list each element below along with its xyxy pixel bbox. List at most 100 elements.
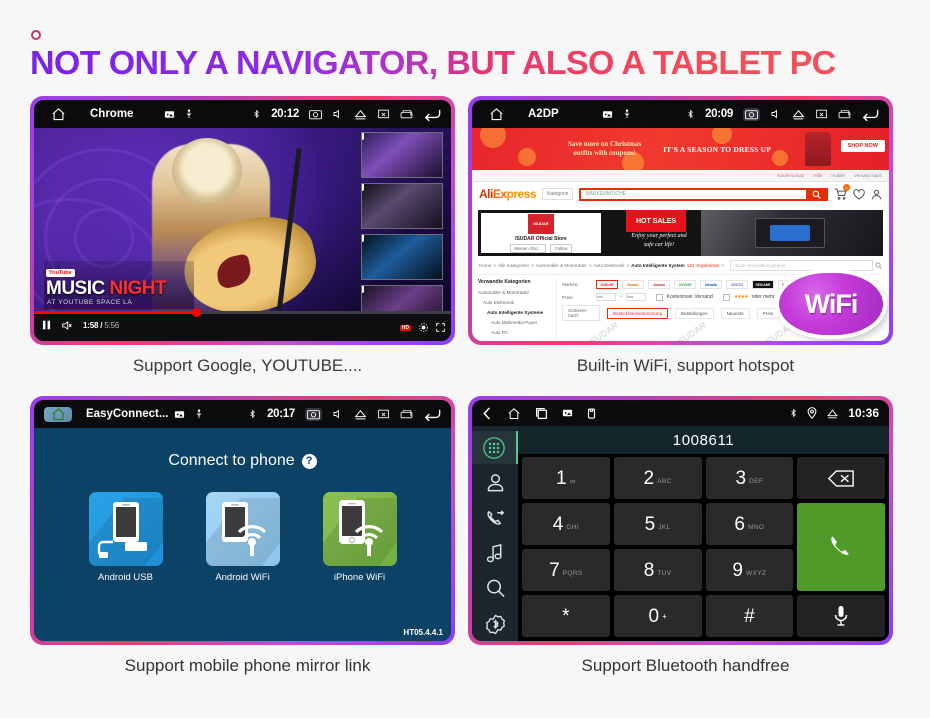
shop-now-button[interactable]: SHOP NOW <box>840 140 885 152</box>
key-hash[interactable]: # <box>705 595 794 637</box>
contacts-icon[interactable] <box>472 466 518 499</box>
screen-off-icon[interactable] <box>377 109 390 120</box>
breadcrumb-item-auto[interactable]: Automobile & Motorräder <box>536 263 587 268</box>
recents-icon[interactable] <box>535 407 548 420</box>
bluetooth-settings-icon[interactable] <box>472 608 518 641</box>
fullscreen-icon[interactable] <box>436 323 445 332</box>
nav-link-help[interactable]: Hilfe <box>813 173 822 178</box>
sidebar-item-automobile[interactable]: Automobile & Motorräder <box>478 289 550 297</box>
dialed-number[interactable]: 1008611 <box>518 426 889 454</box>
sort-option-price[interactable]: Preis <box>756 307 780 319</box>
home-icon[interactable] <box>507 407 521 420</box>
sidebar-item-auto-pc[interactable]: Auto PC <box>491 329 550 337</box>
tile-iphone-wifi[interactable]: iPhone WiFi <box>322 492 397 583</box>
sidebar-item-multimedia-player[interactable]: Auto Multimedia Payer <box>491 319 550 327</box>
promo-banner[interactable]: Save more on Christmas outfits with coup… <box>472 128 889 170</box>
store-banner[interactable]: ISUDAR ISUDAR Official Store Meinen Sho.… <box>478 210 883 256</box>
help-icon[interactable]: ? <box>301 453 317 469</box>
aliexpress-page[interactable]: Save more on Christmas outfits with coup… <box>472 128 889 341</box>
home-icon[interactable] <box>44 107 72 122</box>
brand-chip[interactable]: Junsun <box>648 280 670 289</box>
volume-icon[interactable] <box>770 108 782 120</box>
home-icon[interactable] <box>44 406 72 422</box>
home-icon[interactable] <box>482 107 510 122</box>
back-arrow-icon[interactable] <box>861 107 879 121</box>
key-7[interactable]: 7 PQRS <box>522 549 610 591</box>
tile-android-usb[interactable]: Android USB <box>88 492 163 583</box>
sidebar-item-electronics[interactable]: Auto Elektronik <box>483 299 550 307</box>
volume-icon[interactable] <box>332 408 344 420</box>
screen-off-icon[interactable] <box>377 409 390 420</box>
breadcrumb-item-home[interactable]: Home <box>479 263 491 268</box>
key-2[interactable]: 2 ABC <box>613 457 702 499</box>
brand-chip[interactable]: Dasaita <box>700 280 722 289</box>
back-arrow-icon[interactable] <box>423 107 441 121</box>
brand-chip[interactable]: ISUDAR <box>596 280 618 289</box>
price-max-input[interactable] <box>625 293 646 301</box>
sort-option-orders[interactable]: Bestellungen <box>675 307 714 319</box>
brand-chip[interactable]: JOYING <box>674 280 696 289</box>
category-button[interactable]: Kategorie <box>542 188 574 200</box>
backspace-icon[interactable] <box>797 457 885 499</box>
key-8[interactable]: 8 TUV <box>613 549 702 591</box>
easyconnect-screen[interactable]: Connect to phone ? Android USB Android W… <box>34 428 451 641</box>
inner-search-input[interactable]: Such innerhalb Ergebnis <box>730 260 873 271</box>
key-9[interactable]: 9 WXYZ <box>705 549 794 591</box>
brand-chip[interactable]: SEICANE <box>752 280 774 289</box>
back-icon[interactable] <box>482 407 493 420</box>
search-icon[interactable] <box>472 572 518 605</box>
nav-link-buyer-protection[interactable]: Käuferschutz <box>777 173 804 178</box>
cart-icon[interactable]: 4 <box>834 184 850 200</box>
sort-option-best-match[interactable]: Beste Übereinstimmung <box>607 307 669 319</box>
list-item[interactable] <box>361 234 443 280</box>
quality-badge[interactable]: HD <box>399 324 411 331</box>
back-arrow-icon[interactable] <box>423 407 441 421</box>
key-6[interactable]: 6 MNO <box>705 503 794 545</box>
window-icon[interactable] <box>400 109 413 119</box>
list-item[interactable] <box>361 132 443 178</box>
list-item[interactable] <box>361 183 443 229</box>
eject-icon[interactable] <box>354 409 367 420</box>
camera-icon[interactable] <box>743 107 760 121</box>
account-icon[interactable] <box>871 189 882 200</box>
key-0[interactable]: 0 + <box>613 595 702 637</box>
pause-button[interactable] <box>42 320 51 330</box>
eject-icon[interactable] <box>354 109 367 120</box>
youtube-player[interactable]: YouTube MUSIC NIGHT AT YOUTUBE SPACE LA <box>34 128 451 341</box>
inner-search-icon[interactable] <box>875 262 882 269</box>
music-icon[interactable] <box>472 537 518 570</box>
tile-android-wifi[interactable]: Android WiFi <box>205 492 280 583</box>
screen-off-icon[interactable] <box>815 109 828 120</box>
progress-bar[interactable] <box>34 308 451 317</box>
aliexpress-logo[interactable]: AliExpress <box>479 187 537 201</box>
eject-icon[interactable] <box>792 109 805 120</box>
window-icon[interactable] <box>400 409 413 419</box>
camera-icon[interactable] <box>309 109 322 120</box>
visit-store-button[interactable]: Meinen Sho... <box>509 243 547 253</box>
brand-chip[interactable]: ASOTU <box>726 280 748 289</box>
mute-icon[interactable] <box>62 320 72 330</box>
call-history-icon[interactable] <box>472 502 518 535</box>
breadcrumb-item-all[interactable]: Alle Kategorien <box>498 263 529 268</box>
free-shipping-checkbox[interactable] <box>655 293 663 301</box>
video-controls[interactable]: 1:58 / 5:56 HD <box>34 308 451 341</box>
rating-checkbox[interactable] <box>722 293 730 301</box>
search-input[interactable] <box>581 189 806 199</box>
call-button[interactable] <box>797 503 885 591</box>
breadcrumb-item-electronics[interactable]: Auto Elektronik <box>594 263 625 268</box>
key-3[interactable]: 3 DEF <box>705 457 794 499</box>
search-icon[interactable] <box>806 189 826 199</box>
key-star[interactable]: * <box>522 595 610 637</box>
nav-link-ship-to[interactable]: Versand nach <box>854 173 882 178</box>
key-5[interactable]: 5 JKL <box>613 503 702 545</box>
key-4[interactable]: 4 GHI <box>522 503 610 545</box>
follow-button[interactable]: Follow <box>550 243 573 253</box>
microphone-icon[interactable] <box>797 595 885 637</box>
volume-icon[interactable] <box>332 108 344 120</box>
sort-option-newest[interactable]: Neueste <box>720 307 750 319</box>
search-input-wrap[interactable] <box>579 187 828 201</box>
dialpad-icon[interactable] <box>472 431 518 465</box>
price-min-input[interactable] <box>596 293 616 301</box>
brand-chip[interactable]: Eonavi <box>622 280 644 289</box>
camera-icon[interactable] <box>305 407 322 421</box>
